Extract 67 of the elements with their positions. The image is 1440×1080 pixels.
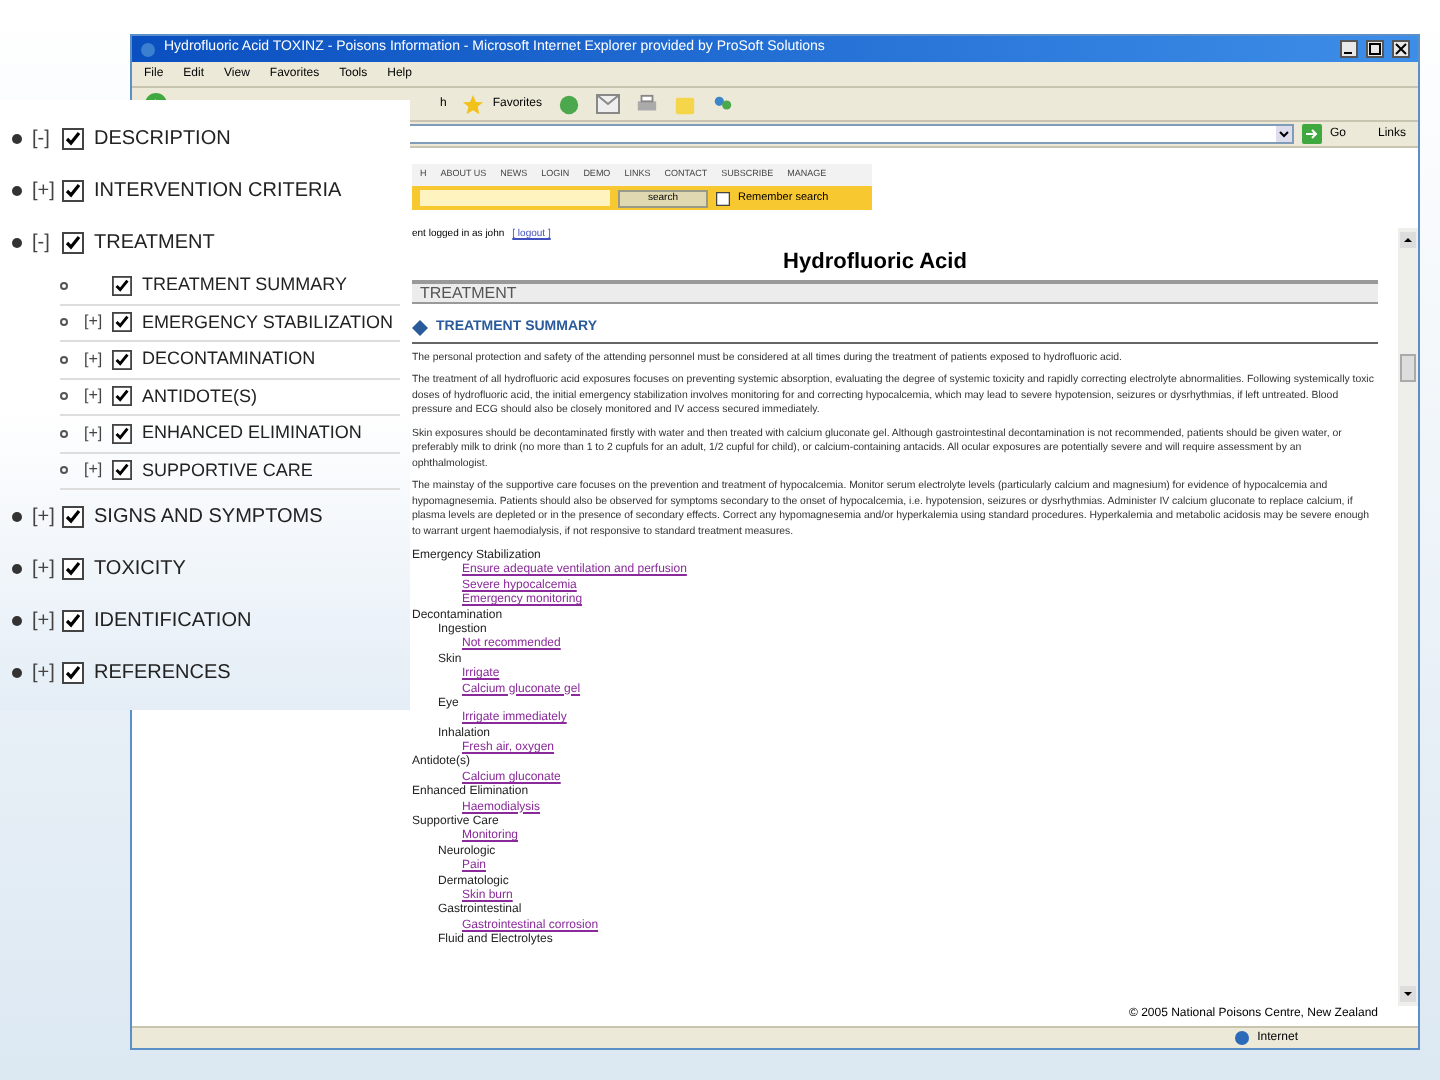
checkbox[interactable]	[62, 661, 84, 683]
bullet-icon	[60, 429, 68, 438]
bullet-icon	[60, 355, 68, 364]
checkbox[interactable]	[112, 460, 132, 481]
scroll-up-icon[interactable]	[1400, 232, 1416, 248]
checkbox[interactable]	[62, 609, 84, 631]
section-header: TREATMENT	[412, 280, 1378, 304]
checkbox[interactable]	[716, 191, 730, 205]
minimize-icon[interactable]	[1340, 40, 1358, 58]
tree-label: EMERGENCY STABILIZATION	[142, 309, 394, 335]
tree-label: TREATMENT SUMMARY	[142, 272, 348, 298]
go-arrow-icon[interactable]	[1301, 124, 1322, 144]
expand-toggle[interactable]: [-]	[32, 227, 62, 257]
mail-icon[interactable]	[596, 94, 621, 114]
bullet-icon	[12, 563, 22, 573]
bullet-icon	[12, 237, 22, 247]
page-title: Hydrofluoric Acid	[781, 247, 969, 277]
expand-toggle[interactable]: [+]	[84, 421, 112, 446]
tree-label: INTERVENTION CRITERIA	[94, 177, 342, 205]
tree-label: REFERENCES	[94, 659, 231, 687]
search-field[interactable]	[420, 190, 610, 206]
scroll-down-icon[interactable]	[1400, 986, 1416, 1002]
checkbox[interactable]	[62, 179, 84, 201]
expand-toggle[interactable]: [+]	[84, 347, 112, 372]
maximize-icon[interactable]	[1366, 40, 1384, 58]
dropdown-icon[interactable]	[1275, 126, 1292, 142]
scroll-thumb[interactable]	[1400, 353, 1416, 381]
expand-toggle[interactable]: [+]	[32, 175, 62, 205]
expand-toggle[interactable]: [+]	[32, 501, 62, 531]
printer-icon[interactable]	[636, 93, 659, 115]
bullet-icon	[60, 466, 68, 475]
tree-label: TOXICITY	[94, 555, 186, 583]
expand-toggle[interactable]: [+]	[84, 458, 112, 483]
star-icon[interactable]	[462, 93, 485, 115]
bullet-icon	[12, 133, 22, 143]
tree-label: DECONTAMINATION	[142, 346, 316, 372]
expand-toggle[interactable]: [+]	[84, 310, 112, 335]
expand-toggle[interactable]: [-]	[32, 123, 62, 153]
checkbox[interactable]	[62, 557, 84, 579]
tree-label: ANTIDOTE(S)	[142, 383, 257, 410]
bullet-icon	[12, 185, 22, 195]
tree-label: DESCRIPTION	[94, 125, 231, 153]
expand-toggle[interactable]: [+]	[32, 605, 62, 635]
tree-label: SUPPORTIVE CARE	[142, 457, 313, 483]
expand-toggle[interactable]: [+]	[32, 553, 62, 583]
bullet-icon	[12, 511, 22, 521]
checkbox[interactable]	[62, 505, 84, 527]
close-icon[interactable]	[1392, 40, 1410, 58]
checkbox[interactable]	[112, 423, 132, 444]
expand-toggle[interactable]: [+]	[32, 657, 62, 687]
bullet-icon	[12, 667, 22, 677]
checkbox[interactable]	[62, 231, 84, 253]
checkbox[interactable]	[62, 127, 84, 149]
bullet-icon	[60, 318, 68, 327]
tree-label: TREATMENT	[94, 229, 215, 257]
tree-label: ENHANCED ELIMINATION	[142, 420, 362, 446]
bullet-icon	[60, 281, 68, 290]
checkbox[interactable]	[112, 275, 132, 296]
tree-label: IDENTIFICATION	[94, 607, 252, 635]
checkbox[interactable]	[112, 386, 132, 407]
bullet-icon	[12, 615, 22, 625]
bullet-icon	[60, 392, 68, 401]
checkbox[interactable]	[112, 312, 132, 333]
checkbox[interactable]	[112, 349, 132, 370]
tree-label: SIGNS AND SYMPTOMS	[94, 503, 323, 531]
scrollbar[interactable]	[1398, 228, 1418, 1006]
expand-toggle[interactable]: [+]	[84, 384, 112, 409]
